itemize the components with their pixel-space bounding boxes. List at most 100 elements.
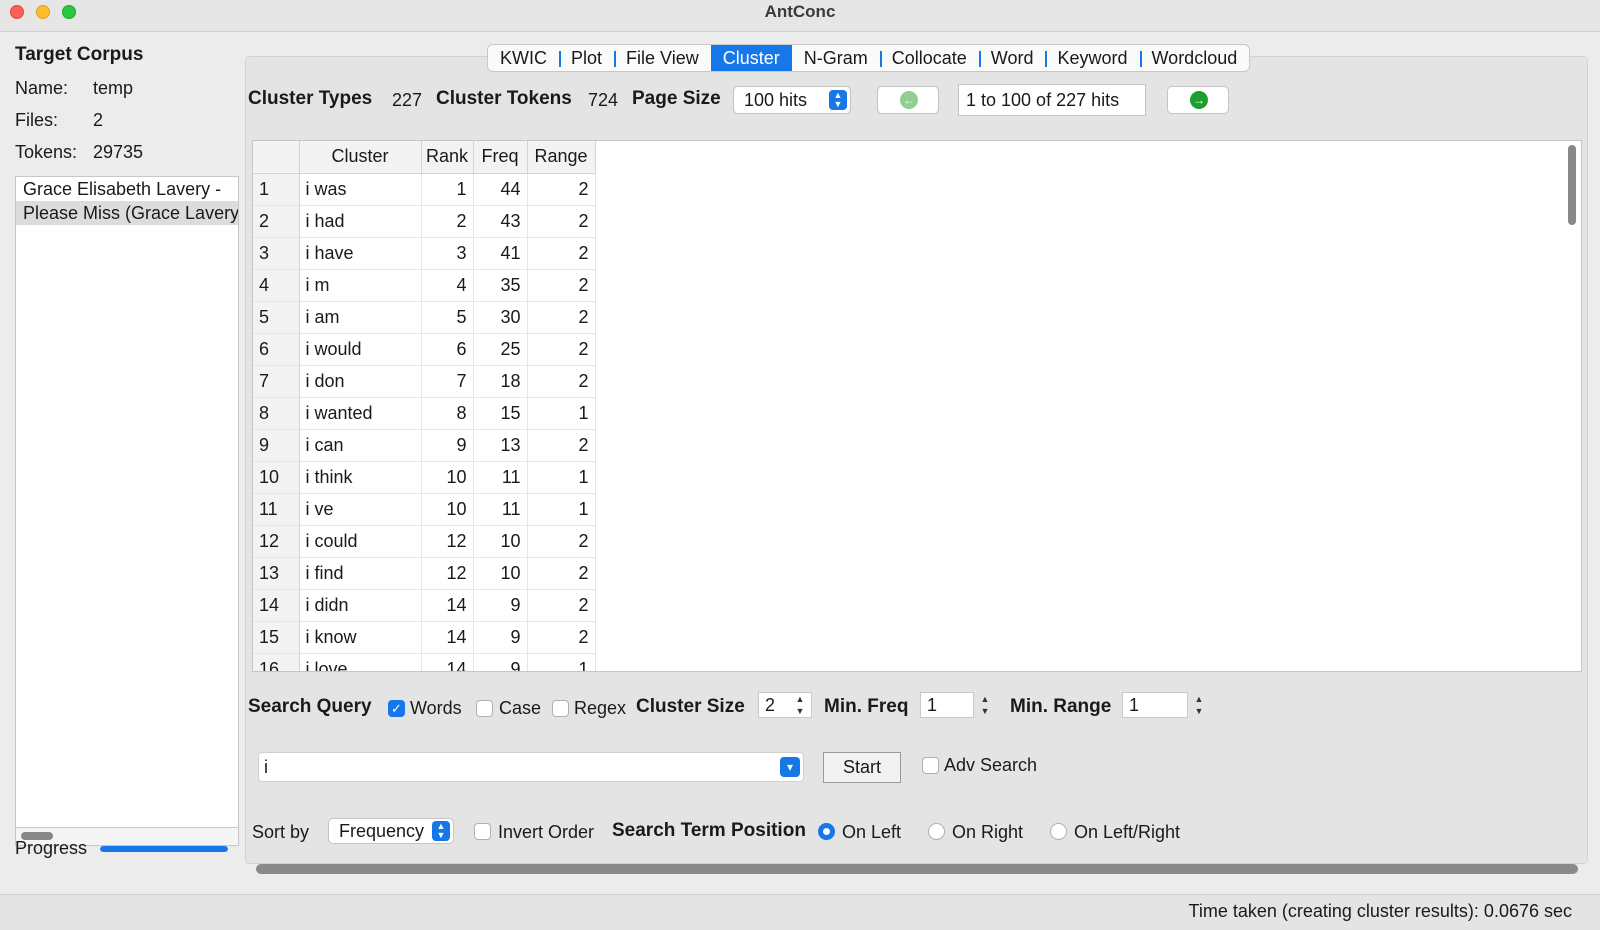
column-header-range[interactable]: Range [527, 141, 596, 174]
table-row[interactable]: 15 i know 14 9 2 [253, 621, 596, 654]
freq-cell: 10 [473, 525, 528, 558]
cluster-cell: i am [299, 301, 422, 334]
position-on-left-label: On Left [842, 822, 902, 842]
table-row[interactable]: 1i was 1 44 2 [253, 173, 596, 206]
tab-cluster[interactable]: Cluster [710, 45, 792, 71]
corpus-file-list[interactable]: Grace Elisabeth Lavery - Please Miss (Gr… [15, 176, 239, 828]
range-cell: 1 [527, 653, 596, 671]
up-down-chevron-icon: ▲ ▼ [829, 90, 847, 110]
tab-plot[interactable]: Plot [559, 45, 614, 71]
rank-cell: 6 [421, 333, 474, 366]
column-header-index [253, 141, 300, 174]
min-freq-input[interactable]: 1 [920, 692, 974, 718]
rank-cell: 9 [421, 429, 474, 462]
chevron-down-icon[interactable]: ▾ [780, 757, 800, 777]
tab-collocate[interactable]: Collocate [879, 45, 979, 71]
sort-by-value: Frequency [339, 821, 425, 841]
table-row[interactable]: 16 i love 14 9 1 [253, 653, 596, 671]
min-range-input[interactable]: 1 [1122, 692, 1188, 718]
freq-cell: 25 [473, 333, 528, 366]
min-range-stepper-icon[interactable]: ▲ ▼ [1192, 693, 1206, 719]
position-on-left-right-radio[interactable] [1050, 823, 1067, 840]
range-cell: 2 [527, 237, 596, 270]
cluster-tokens-value: 724 [588, 90, 619, 110]
column-header-freq[interactable]: Freq [473, 141, 528, 174]
case-checkbox[interactable] [476, 700, 493, 717]
row-index-cell: 3 [253, 237, 300, 270]
position-on-left-radio[interactable] [818, 823, 835, 840]
previous-page-button[interactable]: ← [877, 86, 939, 114]
minimize-window-button[interactable] [36, 5, 50, 19]
table-body: 1i was 1 44 2 2 i had 2 43 2 3 i have 3 41 2 4 i m 4 35 2 5… [253, 173, 596, 671]
page-size-value: 100 hits [744, 90, 808, 110]
corpus-files-label: Files: [15, 110, 59, 130]
cluster-cell: i love [299, 653, 422, 671]
case-label: Case [499, 698, 542, 718]
tab-keyword[interactable]: Keyword [1045, 45, 1139, 71]
rank-cell: 7 [421, 365, 474, 398]
adv-search-checkbox[interactable] [922, 757, 939, 774]
freq-cell: 35 [473, 269, 528, 302]
table-row[interactable]: 11 i ve 10 11 1 [253, 493, 596, 526]
freq-cell: 44 [473, 173, 528, 206]
up-down-chevron-icon: ▲ ▼ [432, 821, 450, 841]
column-header-rank[interactable]: Rank [421, 141, 474, 174]
rank-cell: 8 [421, 397, 474, 430]
scrollbar-thumb[interactable] [1568, 145, 1576, 225]
table-row[interactable]: 5i am 5 30 2 [253, 301, 596, 334]
tab-file-view[interactable]: File View [614, 45, 711, 71]
rank-cell: 14 [421, 653, 474, 671]
corpus-tokens-label: Tokens: [15, 142, 78, 162]
cluster-size-stepper-icon[interactable]: ▲ ▼ [793, 693, 807, 719]
table-row[interactable]: 12 i could 12 10 2 [253, 525, 596, 558]
table-row[interactable]: 7i don 7 18 2 [253, 365, 596, 398]
regex-checkbox[interactable] [552, 700, 569, 717]
table-row[interactable]: 10 i think 10 11 1 [253, 461, 596, 494]
position-on-left-right-label: On Left/Right [1074, 822, 1181, 842]
search-term-position-label: Search Term Position [612, 820, 806, 841]
next-page-button[interactable]: → [1167, 86, 1229, 114]
min-freq-stepper-icon[interactable]: ▲ ▼ [978, 693, 992, 719]
cluster-cell: i ve [299, 493, 422, 526]
table-row[interactable]: 14 i didn 14 9 2 [253, 589, 596, 622]
range-cell: 2 [527, 365, 596, 398]
cluster-cell: i wanted [299, 397, 422, 430]
freq-cell: 15 [473, 397, 528, 430]
arrow-right-icon: → [1190, 91, 1208, 109]
close-window-button[interactable] [10, 5, 24, 19]
table-row[interactable]: 4i m 4 35 2 [253, 269, 596, 302]
cluster-cell: i have [299, 237, 422, 270]
results-vertical-scrollbar[interactable] [1567, 145, 1577, 665]
table-row[interactable]: 6i would 6 25 2 [253, 333, 596, 366]
table-row[interactable]: 3i have 3 41 2 [253, 237, 596, 270]
position-on-right-radio[interactable] [928, 823, 945, 840]
table-row[interactable]: 2i had 2 43 2 [253, 205, 596, 238]
range-cell: 1 [527, 493, 596, 526]
status-bar: Time taken (creating cluster results): 0… [0, 894, 1600, 930]
table-row[interactable]: 9i can 9 13 2 [253, 429, 596, 462]
table-row[interactable]: 8i wanted 8 15 1 [253, 397, 596, 430]
main-horizontal-scrollbar[interactable] [256, 864, 1578, 874]
words-label: Words [410, 698, 462, 718]
corpus-tokens-value: 29735 [93, 142, 144, 162]
tab-n-gram[interactable]: N-Gram [792, 45, 880, 71]
search-query-input[interactable]: i ▾ [258, 752, 804, 782]
start-button[interactable]: Start [823, 752, 901, 783]
corpus-file-item[interactable]: Please Miss (Grace Lavery [16, 201, 238, 225]
corpus-file-item[interactable]: Grace Elisabeth Lavery - [16, 177, 238, 201]
page-size-select[interactable]: 100 hits ▲ ▼ [733, 86, 851, 114]
cluster-cell: i don [299, 365, 422, 398]
row-index-cell: 11 [253, 493, 300, 526]
table-row[interactable]: 13 i find 12 10 2 [253, 557, 596, 590]
invert-order-checkbox[interactable] [474, 823, 491, 840]
words-checkbox[interactable]: ✓ [388, 700, 405, 717]
column-header-cluster[interactable]: Cluster [299, 141, 422, 174]
tab-wordcloud[interactable]: Wordcloud [1139, 45, 1250, 71]
tab-kwic[interactable]: KWIC [488, 45, 559, 71]
row-index-cell: 1 [253, 173, 300, 206]
zoom-window-button[interactable] [62, 5, 76, 19]
results-table-container[interactable]: Cluster Rank Freq Range 1i was 1 44 2 2 i had… [252, 140, 1582, 672]
progress-bar [100, 846, 228, 852]
sort-by-select[interactable]: Frequency ▲ ▼ [328, 818, 454, 844]
tab-word[interactable]: Word [978, 45, 1046, 71]
